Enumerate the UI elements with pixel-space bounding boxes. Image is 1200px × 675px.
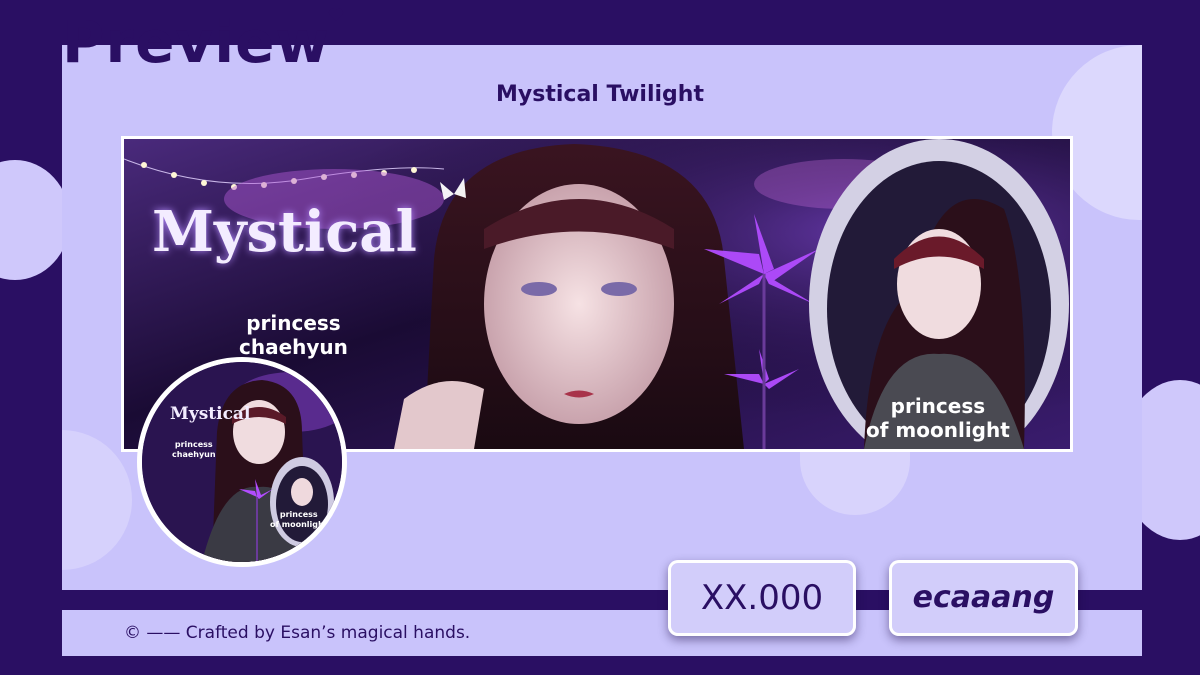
design-title: Mystical Twilight xyxy=(496,82,704,107)
profile-thumbnail: Mystical princess chaehyun princess of m… xyxy=(137,357,347,567)
thumbnail-left-caption-line1: princess xyxy=(174,440,213,449)
banner-left-caption-line1: princess xyxy=(246,311,341,335)
background-blob xyxy=(0,160,70,280)
banner-right-caption-line2: of moonlight xyxy=(866,418,1010,442)
thumbnail-illustration xyxy=(142,362,342,562)
heart-icon xyxy=(328,8,344,21)
banner-left-caption-line2: chaehyun xyxy=(239,335,348,359)
preview-heading: Preview xyxy=(62,8,331,76)
thumbnail-left-caption-line2: chaehyun xyxy=(172,450,216,459)
thumbnail-right-caption-line1: princess xyxy=(279,510,318,519)
footer-credit: © —— Crafted by Esan’s magical hands. xyxy=(124,623,471,643)
banner-right-caption-line1: princess xyxy=(890,394,986,418)
thumbnail-script-title: Mystical xyxy=(170,404,251,424)
banner-left-caption: princess chaehyun xyxy=(239,311,348,359)
thumbnail-left-caption: princess chaehyun xyxy=(172,440,216,460)
price-tag: XX.000 xyxy=(668,560,856,636)
thumbnail-right-caption-line2: of moonlight xyxy=(270,520,328,529)
thumbnail-right-caption: princess of moonlight xyxy=(270,510,328,530)
banner-script-title: Mystical xyxy=(152,199,417,265)
creator-tag: ecaaang xyxy=(889,560,1078,636)
banner-right-caption: princess of moonlight xyxy=(866,394,1010,442)
